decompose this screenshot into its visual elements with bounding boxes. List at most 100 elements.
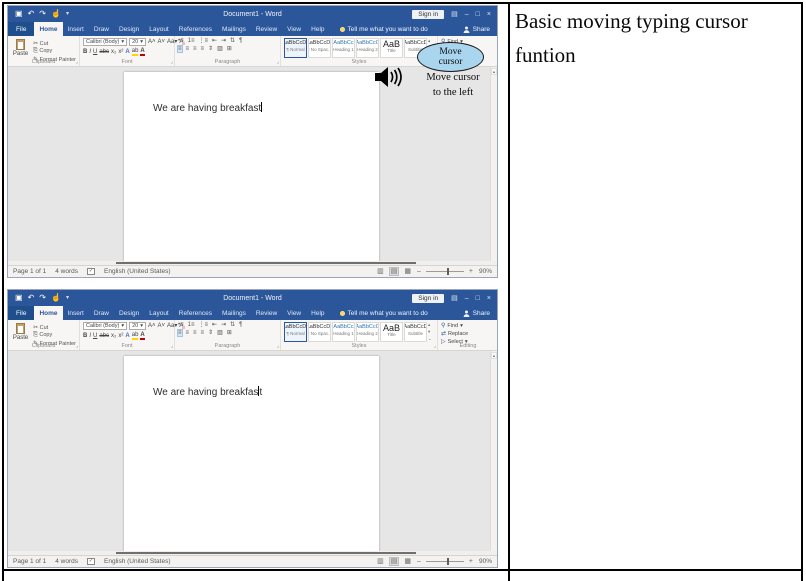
underline-button[interactable]: U (93, 333, 97, 339)
style-normal[interactable]: AaBbCcDc ¶ Normal (284, 38, 307, 58)
superscript-button[interactable]: x² (118, 333, 123, 339)
justify-icon[interactable]: ≡ (201, 330, 205, 336)
shading-icon[interactable]: ▨ (217, 46, 223, 52)
style-no-spacing[interactable]: AaBbCcDc ¶ No Spac... (308, 38, 331, 58)
scroll-up-icon[interactable]: ▴ (491, 352, 497, 359)
copy-button[interactable]: ⎘ Copy (33, 332, 76, 339)
page-indicator[interactable]: Page 1 of 1 (13, 558, 46, 565)
font-size-select[interactable]: 20 ▾ (129, 38, 146, 46)
minimize-button[interactable]: – (465, 11, 469, 18)
sign-in-button[interactable]: Sign in (412, 10, 444, 19)
paste-button[interactable]: Paste (11, 38, 30, 58)
shrink-font-button[interactable]: A˅ (158, 39, 166, 45)
style-title[interactable]: AaB Title (380, 38, 403, 58)
styles-gallery-up-icon[interactable]: ▴ (428, 323, 432, 328)
borders-icon[interactable]: ⊞ (227, 46, 232, 52)
style-heading-2[interactable]: AaBbCcC Heading 2 (356, 322, 379, 342)
zoom-slider[interactable] (426, 561, 464, 562)
underline-button[interactable]: U (93, 49, 97, 55)
ribbon-display-options-icon[interactable]: ▤ (451, 295, 458, 302)
zoom-slider-thumb[interactable] (447, 558, 449, 565)
text-highlight-button[interactable]: ab (132, 332, 139, 340)
font-family-select[interactable]: Calibri (Body) ▾ (83, 38, 127, 46)
tab-review[interactable]: Review (251, 22, 282, 36)
align-right-icon[interactable]: ≡ (193, 46, 197, 52)
style-normal[interactable]: AaBbCcDc ¶ Normal (284, 322, 307, 342)
tab-home[interactable]: Home (34, 306, 62, 320)
sign-in-button[interactable]: Sign in (412, 294, 444, 303)
shrink-font-button[interactable]: A˅ (158, 323, 166, 329)
tab-home[interactable]: Home (34, 22, 62, 36)
align-center-icon[interactable]: ≡ (186, 46, 190, 52)
print-layout-icon[interactable]: ▤ (390, 268, 399, 275)
language-indicator[interactable]: English (United States) (104, 558, 170, 565)
tab-file[interactable]: File (8, 306, 34, 320)
copy-button[interactable]: ⎘ Copy (33, 48, 76, 55)
line-spacing-icon[interactable]: ⇕ (208, 330, 213, 336)
tab-mailings[interactable]: Mailings (217, 306, 251, 320)
bullets-icon[interactable]: •≡ (178, 38, 184, 44)
zoom-slider-thumb[interactable] (447, 268, 449, 275)
zoom-out-icon[interactable]: – (417, 268, 421, 275)
paste-button[interactable]: Paste (11, 322, 30, 342)
cut-button[interactable]: ✂ Cut (33, 40, 76, 47)
tab-references[interactable]: References (174, 22, 217, 36)
decrease-indent-icon[interactable]: ⇤ (212, 322, 217, 328)
web-layout-icon[interactable]: ▦ (403, 558, 412, 565)
tab-design[interactable]: Design (114, 22, 144, 36)
tab-file[interactable]: File (8, 22, 34, 36)
ribbon-display-options-icon[interactable]: ▤ (451, 11, 458, 18)
superscript-button[interactable]: x² (118, 49, 123, 55)
strikethrough-button[interactable]: abc (99, 49, 109, 55)
restore-button[interactable]: □ (476, 11, 480, 18)
print-layout-icon[interactable]: ▤ (390, 558, 399, 565)
dialog-launcher-icon[interactable]: ⌟ (76, 343, 78, 349)
text-effects-button[interactable]: A (125, 49, 129, 55)
tab-layout[interactable]: Layout (144, 22, 174, 36)
tab-insert[interactable]: Insert (63, 306, 89, 320)
dialog-launcher-icon[interactable]: ⌟ (277, 343, 279, 349)
document-page[interactable]: We are having breakfast (124, 72, 379, 261)
increase-indent-icon[interactable]: ⇥ (221, 38, 226, 44)
multilevel-list-icon[interactable]: ⋮≡ (198, 38, 208, 44)
sort-icon[interactable]: ⇅ (230, 322, 235, 328)
subscript-button[interactable]: x₂ (111, 333, 116, 339)
share-button[interactable]: Share (463, 22, 497, 36)
minimize-button[interactable]: – (465, 295, 469, 302)
paragraph-mark-icon[interactable]: ¶ (239, 322, 242, 328)
document-page[interactable]: We are having breakfast (124, 356, 379, 551)
increase-indent-icon[interactable]: ⇥ (221, 322, 226, 328)
restore-button[interactable]: □ (476, 295, 480, 302)
language-indicator[interactable]: English (United States) (104, 268, 170, 275)
close-button[interactable]: × (487, 11, 491, 18)
text-highlight-button[interactable]: ab (132, 48, 139, 56)
font-color-button[interactable]: A (140, 332, 144, 340)
font-size-select[interactable]: 20 ▾ (129, 322, 146, 330)
style-heading-1[interactable]: AaBbCc Heading 1 (332, 38, 355, 58)
bold-button[interactable]: B (83, 49, 87, 55)
dialog-launcher-icon[interactable]: ⌟ (76, 59, 78, 65)
tab-help[interactable]: Help (306, 22, 329, 36)
styles-gallery-up-icon[interactable]: ▴ (428, 39, 432, 44)
zoom-level[interactable]: 90% (478, 268, 492, 275)
tab-references[interactable]: References (174, 306, 217, 320)
zoom-in-icon[interactable]: + (469, 558, 473, 565)
align-right-icon[interactable]: ≡ (193, 330, 197, 336)
proofing-icon[interactable]: ✓ (87, 268, 95, 275)
close-button[interactable]: × (487, 295, 491, 302)
style-title[interactable]: AaB Title (380, 322, 403, 342)
share-button[interactable]: Share (463, 306, 497, 320)
italic-button[interactable]: I (89, 49, 91, 55)
dialog-launcher-icon[interactable]: ⌟ (171, 343, 173, 349)
borders-icon[interactable]: ⊞ (227, 330, 232, 336)
style-no-spacing[interactable]: AaBbCcDc ¶ No Spac... (308, 322, 331, 342)
paragraph-mark-icon[interactable]: ¶ (239, 38, 242, 44)
tab-help[interactable]: Help (306, 306, 329, 320)
bold-button[interactable]: B (83, 333, 87, 339)
line-spacing-icon[interactable]: ⇕ (208, 46, 213, 52)
styles-gallery-down-icon[interactable]: ▾ (428, 330, 432, 335)
decrease-indent-icon[interactable]: ⇤ (212, 38, 217, 44)
align-left-icon[interactable]: ≡ (178, 46, 182, 52)
dialog-launcher-icon[interactable]: ⌟ (277, 59, 279, 65)
grow-font-button[interactable]: A˄ (148, 323, 156, 329)
